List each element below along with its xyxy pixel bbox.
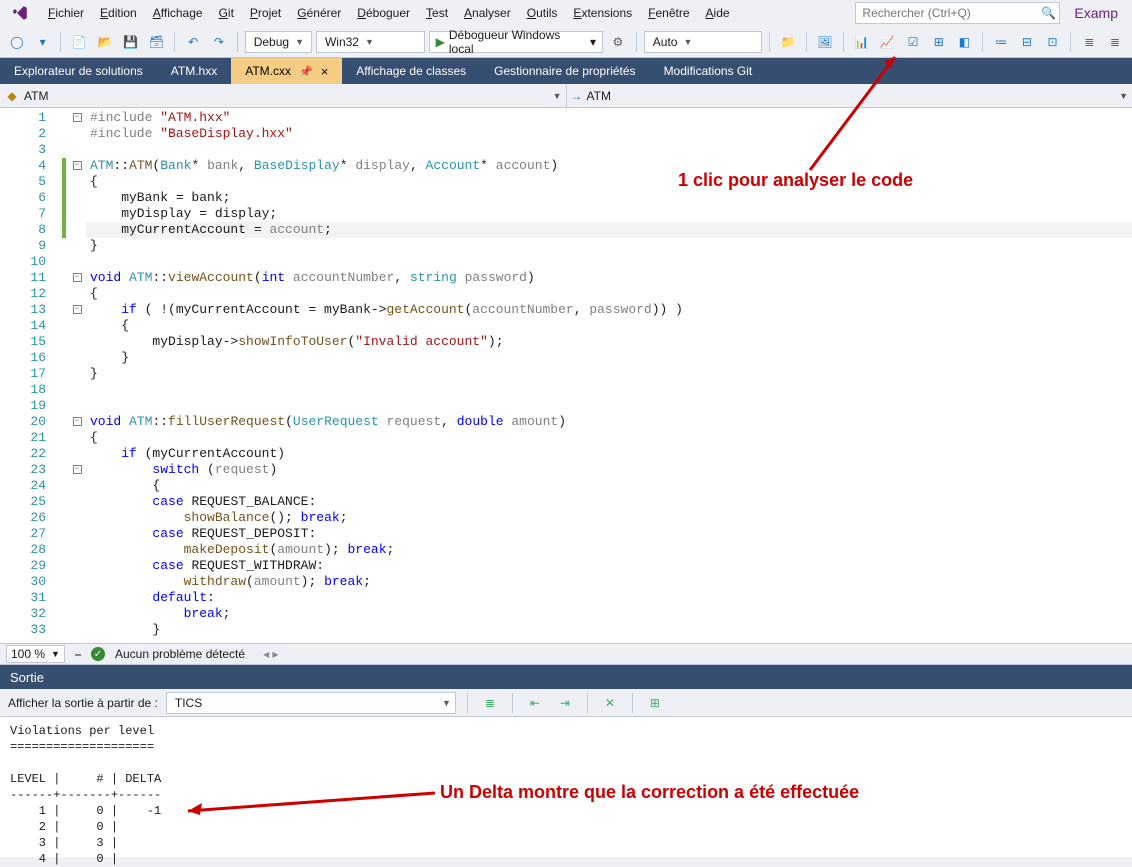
editor-nav-bar: ◆ ATM ▼ → ATM ▼: [0, 84, 1132, 108]
nav-scope-combo[interactable]: ◆ ATM ▼: [0, 84, 567, 107]
menu-edition[interactable]: Edition: [92, 3, 145, 23]
vs-logo-icon: [8, 1, 32, 25]
zoom-combo[interactable]: 100 %▼: [6, 645, 65, 663]
nav-back-icon[interactable]: ◯: [6, 31, 28, 53]
open-icon[interactable]: 📂: [94, 31, 116, 53]
platform-combo[interactable]: Win32▼: [316, 31, 425, 53]
main-toolbar: ◯ ▾ 📄 📂 💾 🗃 ↶ ↷ Debug▼ Win32▼ ▶ Débogueu…: [0, 26, 1132, 58]
search-icon[interactable]: 🔍: [1037, 6, 1059, 20]
check-icon: ✓: [91, 647, 105, 661]
fold-column[interactable]: −−−−−−: [68, 108, 86, 643]
analyze-icon-1[interactable]: 📊: [851, 31, 873, 53]
output-source-combo[interactable]: TICS▼: [166, 692, 456, 714]
document-tabs: Explorateur de solutionsATM.hxxATM.cxx📌×…: [0, 58, 1132, 84]
code-content[interactable]: #include "ATM.hxx"#include "BaseDisplay.…: [86, 108, 1132, 643]
tab-modifications-git[interactable]: Modifications Git: [650, 58, 767, 84]
menu-déboguer[interactable]: Déboguer: [349, 3, 418, 23]
nav-issues-icon[interactable]: ◂ ▸: [263, 647, 278, 661]
global-search[interactable]: 🔍: [855, 2, 1060, 24]
output-text[interactable]: Violations per level ===================…: [0, 717, 1132, 857]
output-btn-2[interactable]: ⇤: [524, 692, 546, 714]
debug-settings-icon[interactable]: ⚙: [607, 31, 629, 53]
output-btn-5[interactable]: ⊞: [644, 692, 666, 714]
tab-atm.cxx[interactable]: ATM.cxx📌×: [231, 58, 342, 84]
auto-combo[interactable]: Auto▼: [644, 31, 763, 53]
menu-git[interactable]: Git: [211, 3, 242, 23]
class-icon: ◆: [4, 88, 20, 104]
tool-icon-4[interactable]: ⊞: [928, 31, 950, 53]
redo-icon[interactable]: ↷: [208, 31, 230, 53]
menu-projet[interactable]: Projet: [242, 3, 289, 23]
menu-affichage[interactable]: Affichage: [145, 3, 211, 23]
editor-status-bar: 100 %▼ ⎯ ✓ Aucun problème détecté ◂ ▸: [0, 643, 1132, 665]
output-from-label: Afficher la sortie à partir de :: [8, 696, 158, 710]
play-icon: ▶: [436, 35, 445, 49]
tool-icon-5[interactable]: ◧: [954, 31, 976, 53]
tool-icon-8[interactable]: ⊡: [1042, 31, 1064, 53]
divider: ⎯: [75, 647, 81, 662]
tool-icon-9[interactable]: ≣: [1078, 31, 1100, 53]
menu-analyser[interactable]: Analyser: [456, 3, 519, 23]
tool-icon-1[interactable]: 📁: [777, 31, 799, 53]
issue-text: Aucun problème détecté: [115, 647, 245, 661]
config-combo[interactable]: Debug▼: [245, 31, 312, 53]
chevron-down-icon[interactable]: ▾: [590, 35, 596, 49]
change-marks: [60, 108, 68, 643]
tool-icon-10[interactable]: ≣: [1104, 31, 1126, 53]
menu-extensions[interactable]: Extensions: [565, 3, 640, 23]
output-btn-4[interactable]: ✕: [599, 692, 621, 714]
new-project-icon[interactable]: 📄: [68, 31, 90, 53]
tool-icon-6[interactable]: ≔: [990, 31, 1012, 53]
code-editor[interactable]: 1234567891011121314151617181920212223242…: [0, 108, 1132, 643]
line-numbers: 1234567891011121314151617181920212223242…: [0, 108, 60, 643]
brand-text: Examp: [1068, 5, 1124, 21]
pin-icon[interactable]: 📌: [299, 65, 313, 78]
menu-fenêtre[interactable]: Fenêtre: [640, 3, 697, 23]
output-title-bar: Sortie: [0, 665, 1132, 689]
output-toolbar: Afficher la sortie à partir de : TICS▼ ≣…: [0, 689, 1132, 717]
undo-icon[interactable]: ↶: [182, 31, 204, 53]
menu-bar: FichierEditionAffichageGitProjetGénérerD…: [0, 0, 1132, 26]
tab-atm.hxx[interactable]: ATM.hxx: [157, 58, 231, 84]
menu-aide[interactable]: Aide: [698, 3, 738, 23]
tool-icon-7[interactable]: ⊟: [1016, 31, 1038, 53]
menu-test[interactable]: Test: [418, 3, 456, 23]
tab-gestionnaire-de-propriétés[interactable]: Gestionnaire de propriétés: [480, 58, 649, 84]
menu-outils[interactable]: Outils: [519, 3, 566, 23]
tool-icon-2[interactable]: 🖼: [814, 31, 836, 53]
output-btn-3[interactable]: ⇥: [554, 692, 576, 714]
save-icon[interactable]: 💾: [120, 31, 142, 53]
menu-fichier[interactable]: Fichier: [40, 3, 92, 23]
nav-fwd-icon[interactable]: ▾: [32, 31, 54, 53]
close-icon[interactable]: ×: [321, 64, 329, 79]
save-all-icon[interactable]: 🗃: [146, 31, 168, 53]
arrow-icon: →: [571, 89, 583, 103]
tool-icon-3[interactable]: ☑: [902, 31, 924, 53]
menu-générer[interactable]: Générer: [289, 3, 349, 23]
output-btn-1[interactable]: ≣: [479, 692, 501, 714]
tab-affichage-de-classes[interactable]: Affichage de classes: [342, 58, 480, 84]
tab-explorateur-de-solutions[interactable]: Explorateur de solutions: [0, 58, 157, 84]
analyze-icon-2[interactable]: 📈: [876, 31, 898, 53]
nav-member-combo[interactable]: → ATM ▼: [567, 84, 1132, 107]
start-debug-button[interactable]: ▶ Débogueur Windows local ▾: [429, 31, 603, 53]
search-input[interactable]: [856, 6, 1037, 20]
